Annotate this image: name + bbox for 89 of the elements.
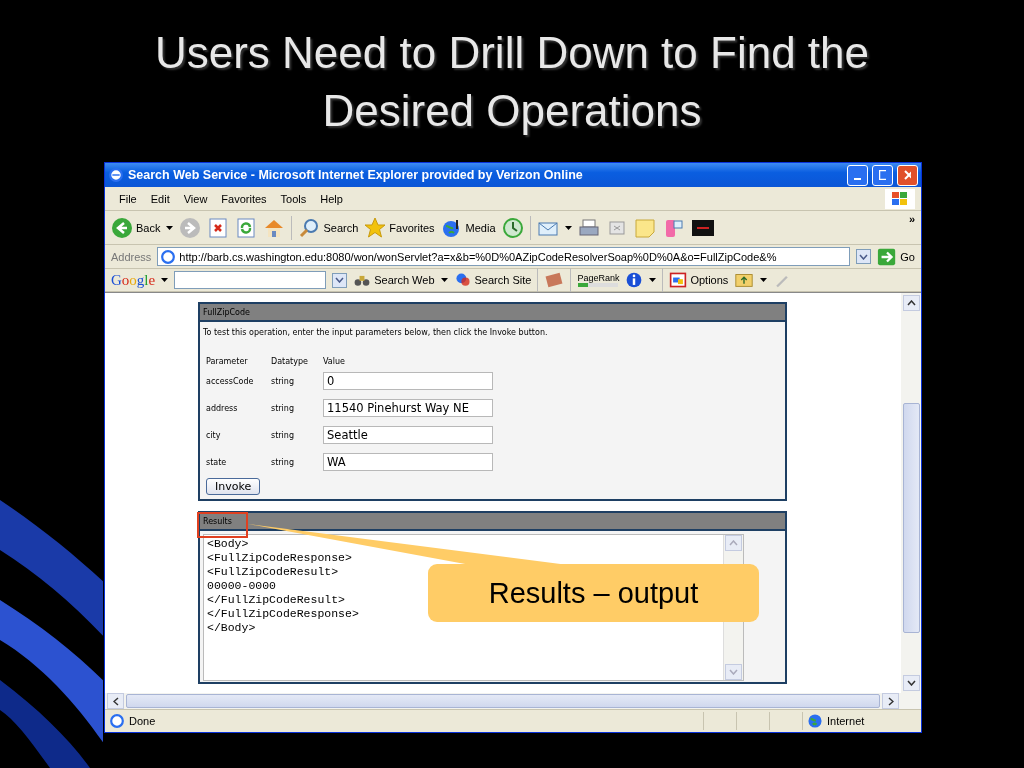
column-header: Value	[323, 357, 346, 366]
status-text: Done	[129, 715, 157, 727]
parameter-name: accessCode	[206, 376, 255, 386]
minimize-icon	[854, 177, 861, 180]
menu-item[interactable]: Tools	[280, 192, 307, 205]
menu-item[interactable]: File	[119, 192, 137, 205]
panel-header: Results	[200, 513, 785, 531]
more-button[interactable]: »	[908, 213, 915, 225]
menu-item[interactable]: Edit	[150, 192, 170, 205]
value-field[interactable]: Seattle	[323, 426, 493, 444]
menu-item[interactable]: Help	[320, 192, 343, 205]
horizontal-scrollbar[interactable]	[105, 693, 921, 709]
slide-title: Users Need to Drill Down to Find the	[154, 27, 870, 79]
xml-line: 00000-0000	[207, 579, 276, 593]
info-icon	[625, 271, 644, 289]
go-button[interactable]: Go	[877, 246, 915, 267]
search-site-button[interactable]: Search Site	[453, 271, 532, 289]
search-icon	[298, 216, 321, 239]
close-button[interactable]	[897, 164, 918, 186]
datatype-text: string	[271, 457, 295, 467]
globe-icon	[807, 713, 823, 729]
caret-icon[interactable]	[564, 225, 572, 230]
dropdown-button[interactable]	[332, 272, 348, 288]
dropdown-button[interactable]	[856, 249, 872, 264]
xml-line: </FullZipCodeResult>	[207, 593, 346, 607]
favorites-button[interactable]: Favorites	[364, 216, 435, 239]
slide-title: Desired Operations	[322, 85, 702, 137]
address-label: Address	[111, 250, 152, 263]
parameter-name: address	[206, 403, 239, 413]
chevron-down-icon	[729, 669, 738, 675]
datatype-text: string	[271, 430, 295, 440]
minimize-button[interactable]	[847, 164, 868, 186]
value-field[interactable]: WA	[323, 453, 493, 471]
refresh-icon	[235, 216, 258, 239]
caret-icon[interactable]	[166, 225, 174, 230]
chevron-down-icon	[906, 680, 916, 686]
close-icon	[904, 170, 911, 180]
xml-line: <FullZipCodeResponse>	[207, 551, 352, 565]
panel-header: FullZipCode	[200, 304, 785, 322]
datatype-text: string	[271, 376, 295, 386]
scrollbar[interactable]	[901, 293, 921, 693]
column-header: Parameter	[206, 357, 249, 366]
google-search-field[interactable]	[174, 271, 327, 289]
chevron-left-icon	[112, 696, 119, 706]
caret-icon[interactable]	[649, 278, 657, 282]
instructions-text: To test this operation, enter the input parameters below, then click the Invoke button.	[202, 327, 549, 337]
windows-flag-icon	[885, 188, 915, 209]
xml-line: </FullZipCodeResponse>	[207, 607, 359, 621]
history-icon	[501, 216, 524, 239]
value-field[interactable]: 0	[323, 372, 493, 390]
window-title: Search Web Service - Microsoft Internet Explorer provided by Verizon Online	[128, 168, 584, 182]
menu-item[interactable]: Favorites	[221, 192, 267, 205]
xml-line: </Body>	[207, 621, 256, 635]
zone-text: Internet	[827, 715, 866, 727]
chevron-right-icon	[887, 696, 894, 706]
parameter-name: state	[206, 457, 228, 467]
column-header: Datatype	[271, 357, 309, 366]
address-field[interactable]: http://barb.cs.washington.edu:8080/won/wonServlet?a=x&b=%0D%0AZipCodeResolverSoap%0D%0A&o=FullZipCode&%	[157, 247, 851, 266]
xml-line: <Body>	[207, 537, 249, 551]
menu-item[interactable]: View	[183, 192, 208, 205]
caret-icon[interactable]	[760, 278, 768, 282]
search-web-button[interactable]: Search Web	[353, 271, 435, 289]
star-icon	[364, 216, 387, 239]
google-logo[interactable]: Google	[111, 271, 156, 289]
options-button[interactable]: Options	[669, 271, 729, 289]
note-icon	[633, 216, 656, 239]
maximize-button[interactable]	[872, 164, 893, 186]
highlight-frame	[197, 512, 248, 538]
chevron-up-icon	[729, 540, 738, 546]
xml-line: <FullZipCodeResult>	[207, 565, 339, 579]
value-field[interactable]: 11540 Pinehurst Way NE	[323, 399, 493, 417]
url-text: http://barb.cs.washington.edu:8080/won/wonServlet?a=x&b=%0D%0AZipCodeResolverSoap%0D%0A&o=FullZipCode&%	[179, 250, 777, 263]
pagerank-meter: PageRank	[577, 273, 620, 287]
parameter-name: city	[206, 430, 222, 440]
printer-icon	[577, 216, 600, 239]
caret-icon[interactable]	[440, 278, 448, 282]
caret-icon[interactable]	[161, 278, 169, 282]
chevron-down-icon	[335, 277, 345, 283]
options-icon	[669, 271, 688, 289]
stop-icon	[207, 216, 230, 239]
search-button[interactable]: Search	[298, 216, 359, 239]
chevron-down-icon	[859, 253, 869, 260]
media-button[interactable]: Media	[440, 216, 496, 239]
chevron-up-icon	[906, 300, 916, 306]
datatype-text: string	[271, 403, 295, 413]
invoke-button[interactable]: Invoke	[206, 478, 261, 495]
maximize-icon	[879, 170, 886, 180]
back-button[interactable]: Back	[111, 216, 161, 239]
callout-tooltip: Results – output	[428, 564, 759, 622]
